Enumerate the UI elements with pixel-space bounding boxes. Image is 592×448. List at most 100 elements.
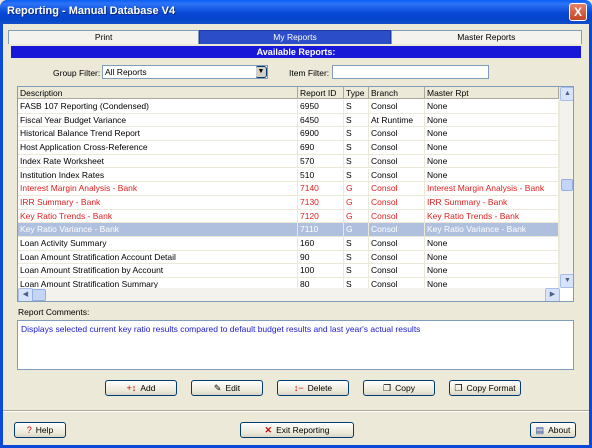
copy-icon: ❐ [383,382,392,393]
cell-master-rpt: None [425,154,559,168]
scroll-down-icon[interactable]: ▼ [560,274,573,288]
edit-icon: ✎ [213,382,222,393]
cell-type: G [344,195,369,209]
cell-branch: Consol [369,100,425,113]
cell-branch: At Runtime [369,113,425,127]
cell-branch: Consol [369,154,425,168]
exit-reporting-button[interactable]: ✕ Exit Reporting [240,422,354,438]
scroll-left-icon[interactable]: ◀ [18,288,33,301]
tab-master-reports[interactable]: Master Reports [390,30,582,44]
table-row[interactable]: Key Ratio Variance - Bank 7110 G Consol Key … [18,223,559,237]
delete-icon: ↕− [293,383,304,393]
col-type[interactable]: Type [344,87,369,99]
copy-button[interactable]: ❐ Copy [363,380,435,396]
table-row[interactable]: Key Ratio Trends - Bank 7120 G Consol Key Ra… [18,209,559,224]
cell-type: S [344,237,369,250]
help-icon: ? [26,425,32,435]
tab-my-reports[interactable]: My Reports [199,30,391,44]
help-button[interactable]: ? Help [14,422,66,438]
group-filter-dropdown[interactable]: All Reports ▼ [102,65,268,79]
edit-button[interactable]: ✎ Edit [191,380,263,396]
cell-master-rpt: None [425,250,559,264]
table-row[interactable]: Fiscal Year Budget Variance 6450 S At Runti… [18,113,559,128]
cell-description: Institution Index Rates [18,168,298,182]
cell-report-id: 690 [298,141,344,154]
table-row[interactable]: FASB 107 Reporting (Condensed) 6950 S Conso… [18,100,559,114]
cell-type: S [344,141,369,154]
table-row[interactable]: Loan Activity Summary 160 S Consol None [18,237,559,251]
cell-branch: Consol [369,223,425,236]
cell-report-id: 7110 [298,223,344,236]
table-row[interactable]: Loan Amount Stratification by Account 100… [18,264,559,279]
available-reports-banner: Available Reports: [11,46,581,58]
cell-branch: Consol [369,182,425,195]
cell-description: Key Ratio Variance - Bank [18,223,298,236]
report-comments-box[interactable]: Displays selected current key ratio resu… [17,320,574,370]
cell-type: S [344,264,369,278]
col-branch[interactable]: Branch [369,87,425,99]
cell-type: G [344,223,369,236]
tab-print[interactable]: Print [8,30,200,44]
cell-branch: Consol [369,168,425,182]
add-icon: +↕ [126,383,137,393]
cell-report-id: 100 [298,264,344,278]
cell-master-rpt: Key Ratio Trends - Bank [425,209,559,223]
title-bar: Reporting - Manual Database V4 X [0,0,592,24]
close-icon[interactable]: X [569,3,587,21]
about-icon: ▤ [535,424,545,435]
cell-branch: Consol [369,195,425,209]
item-filter-input[interactable] [332,65,489,79]
scroll-up-icon[interactable]: ▲ [560,87,573,101]
grid-header: Description Report ID Type Branch Master… [18,87,559,99]
delete-button[interactable]: ↕− Delete [277,380,349,396]
scroll-thumb[interactable] [561,179,573,191]
cell-branch: Consol [369,250,425,264]
table-row[interactable]: Historical Balance Trend Report 6900 S Cons… [18,127,559,142]
col-report-id[interactable]: Report ID [298,87,344,99]
table-row[interactable]: IRR Summary - Bank 7130 G Consol IRR Summary… [18,195,559,210]
cell-description: Loan Amount Stratification by Account [18,264,298,278]
add-button[interactable]: +↕ Add [105,380,177,396]
table-row[interactable]: Loan Amount Stratification Account Detai… [18,250,559,265]
cell-type: G [344,182,369,195]
copy-format-icon: ❐ [454,382,463,393]
cell-type: S [344,168,369,182]
about-button[interactable]: ▤ About [530,422,576,438]
tab-strip: Print My Reports Master Reports [8,30,582,44]
table-row[interactable]: Index Rate Worksheet 570 S Consol None [18,154,559,169]
dropdown-arrow-icon[interactable]: ▼ [255,66,267,78]
cell-report-id: 6950 [298,100,344,113]
table-row[interactable]: Host Application Cross-Reference 690 S Cons… [18,141,559,155]
cell-report-id: 7120 [298,209,344,223]
reports-grid[interactable]: Description Report ID Type Branch Master… [17,86,574,302]
vertical-scrollbar[interactable]: ▲ ▼ [559,87,573,288]
copy-format-button[interactable]: ❐ Copy Format [449,380,521,396]
cell-report-id: 510 [298,168,344,182]
cell-report-id: 570 [298,154,344,168]
cell-branch: Consol [369,237,425,250]
scroll-right-icon[interactable]: ▶ [545,288,560,301]
cell-type: S [344,113,369,127]
cell-branch: Consol [369,264,425,278]
table-row[interactable]: Interest Margin Analysis - Bank 7140 G Cons… [18,182,559,196]
cell-description: Historical Balance Trend Report [18,127,298,141]
cell-report-id: 90 [298,250,344,264]
cell-master-rpt: None [425,168,559,182]
table-row[interactable]: Institution Index Rates 510 S Consol None [18,168,559,183]
cell-description: Host Application Cross-Reference [18,141,298,154]
horizontal-scrollbar[interactable]: ◀ ▶ [18,288,560,301]
cell-master-rpt: Interest Margin Analysis - Bank [425,182,559,195]
cell-report-id: 7130 [298,195,344,209]
cell-report-id: 6450 [298,113,344,127]
cell-report-id: 7140 [298,182,344,195]
cell-branch: Consol [369,209,425,223]
cell-master-rpt: None [425,113,559,127]
cell-branch: Consol [369,127,425,141]
col-master-rpt[interactable]: Master Rpt [425,87,559,99]
col-description[interactable]: Description [18,87,298,99]
cell-master-rpt: None [425,127,559,141]
hscroll-thumb[interactable] [32,289,46,301]
cell-report-id: 160 [298,237,344,250]
cell-description: Loan Activity Summary [18,237,298,250]
cell-description: IRR Summary - Bank [18,195,298,209]
